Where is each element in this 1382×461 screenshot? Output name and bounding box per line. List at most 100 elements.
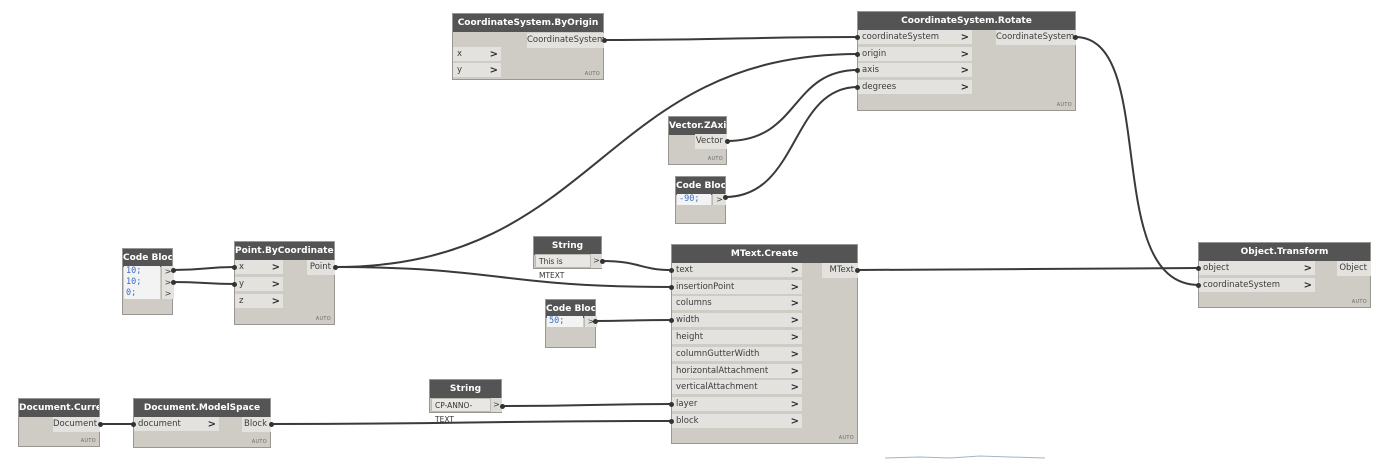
wire-endpoint-dot: [669, 419, 674, 424]
input-port-y[interactable]: y >: [453, 63, 501, 78]
wire-endpoint-dot: [98, 422, 103, 427]
output-port-mtext[interactable]: MText: [822, 263, 858, 278]
lacing-label: AUTO: [315, 316, 331, 322]
wire-endpoint-dot: [269, 422, 274, 427]
input-port-origin[interactable]: origin >: [858, 47, 972, 62]
input-port-z[interactable]: z >: [235, 294, 283, 309]
chevron-right-icon: >: [790, 332, 799, 343]
input-port-x[interactable]: x >: [235, 260, 283, 275]
input-port-columns[interactable]: columns >: [672, 296, 802, 311]
chevron-right-icon: >: [489, 65, 498, 76]
wire-block: [270, 420, 673, 425]
node-string-mtext[interactable]: String This is MTEXT >: [533, 236, 602, 280]
node-point-by-coordinates[interactable]: Point.ByCoordinates x > y > z > Point AUTO: [234, 241, 335, 325]
wire-degrees: [724, 86, 859, 198]
chevron-right-icon: >: [960, 32, 969, 43]
string-value-input[interactable]: CP-ANNO-TEXT: [431, 398, 491, 424]
output-port-point[interactable]: Point: [307, 260, 335, 275]
lacing-label: AUTO: [707, 156, 723, 162]
node-code-block-xyz[interactable]: Code Block 10; 10; 0; > > >: [122, 248, 174, 315]
wire-endpoint-dot: [669, 285, 674, 290]
input-port-height[interactable]: height >: [672, 330, 802, 345]
wire-code-y: [172, 281, 236, 285]
output-port-block[interactable]: Block: [242, 417, 271, 432]
node-title: CoordinateSystem.Rotate: [858, 12, 1075, 30]
node-vector-zaxis[interactable]: Vector.ZAxis Vector AUTO: [668, 116, 727, 165]
chevron-right-icon: >: [960, 49, 969, 60]
lacing-label: AUTO: [584, 71, 600, 77]
code-line[interactable]: 0;: [124, 288, 160, 299]
node-title: MText.Create: [672, 245, 857, 263]
node-title: String: [534, 237, 601, 255]
chevron-right-icon: >: [790, 366, 799, 377]
lacing-label: AUTO: [251, 439, 267, 445]
node-coordinate-system-by-origin[interactable]: CoordinateSystem.ByOrigin x > y > Coordina…: [452, 13, 605, 80]
wire-endpoint-dot: [171, 280, 176, 285]
node-coordinate-system-rotate[interactable]: CoordinateSystem.Rotate coordinateSystem…: [857, 11, 1076, 111]
output-port-document[interactable]: Document: [53, 417, 100, 432]
output-port-z[interactable]: >: [161, 288, 174, 299]
node-title: Document.ModelSpace: [134, 399, 270, 417]
output-port-coordinate-system[interactable]: CoordinateSystem: [996, 30, 1076, 45]
chevron-right-icon: >: [790, 349, 799, 360]
wire-endpoint-dot: [232, 265, 237, 270]
node-document-modelspace[interactable]: Document.ModelSpace document > Block AUTO: [133, 398, 271, 448]
input-port-axis[interactable]: axis >: [858, 63, 972, 78]
code-line[interactable]: 50;: [547, 316, 583, 327]
input-port-layer[interactable]: layer >: [672, 397, 802, 412]
node-code-block-degrees[interactable]: Code Block -90; >: [675, 176, 726, 224]
input-port-column-gutter-width[interactable]: columnGutterWidth >: [672, 347, 802, 362]
wire-endpoint-dot: [500, 404, 505, 409]
string-value-input[interactable]: This is MTEXT: [535, 254, 591, 280]
input-port-coordinate-system[interactable]: coordinateSystem >: [858, 30, 972, 45]
wire-endpoint-dot: [855, 85, 860, 90]
chevron-right-icon: >: [207, 419, 216, 430]
wire-width: [594, 319, 673, 322]
output-port-coordinate-system[interactable]: CoordinateSystem: [527, 33, 605, 48]
code-line[interactable]: 10;: [124, 277, 160, 288]
wire-string-to-text: [601, 260, 673, 271]
wire-byorigin-to-rotate: [603, 36, 859, 41]
node-mtext-create[interactable]: MText.Create text > insertionPoint > colum…: [671, 244, 858, 444]
code-line[interactable]: 10;: [124, 266, 160, 277]
chevron-right-icon: >: [271, 279, 280, 290]
wire-endpoint-dot: [669, 318, 674, 323]
wire-endpoint-dot: [171, 268, 176, 273]
wire-code-x: [172, 266, 236, 271]
node-document-current[interactable]: Document.Current Document AUTO: [18, 398, 100, 447]
input-port-width[interactable]: width >: [672, 313, 802, 328]
lacing-label: AUTO: [1351, 299, 1367, 305]
wire-endpoint-dot: [602, 38, 607, 43]
input-port-object[interactable]: object >: [1199, 261, 1315, 276]
input-port-text[interactable]: text >: [672, 263, 802, 278]
node-string-layer[interactable]: String CP-ANNO-TEXT >: [429, 379, 502, 424]
input-port-document[interactable]: document >: [134, 417, 219, 432]
node-title: Document.Current: [19, 399, 99, 417]
input-port-x[interactable]: x >: [453, 47, 501, 62]
wire-endpoint-dot: [725, 139, 730, 144]
input-port-degrees[interactable]: degrees >: [858, 80, 972, 95]
chevron-right-icon: >: [489, 49, 498, 60]
node-title: String: [430, 380, 501, 398]
input-port-coordinate-system[interactable]: coordinateSystem >: [1199, 278, 1315, 293]
chevron-right-icon: >: [1303, 280, 1312, 291]
input-port-y[interactable]: y >: [235, 277, 283, 292]
output-port-object[interactable]: Object: [1337, 261, 1371, 276]
output-port-vector[interactable]: Vector: [695, 134, 727, 149]
node-title: CoordinateSystem.ByOrigin: [453, 14, 603, 32]
wire-endpoint-dot: [723, 195, 728, 200]
chevron-right-icon: >: [790, 282, 799, 293]
chevron-right-icon: >: [960, 82, 969, 93]
input-port-vertical-attachment[interactable]: verticalAttachment >: [672, 380, 802, 395]
input-port-insertion-point[interactable]: insertionPoint >: [672, 280, 802, 295]
input-port-block[interactable]: block >: [672, 414, 802, 429]
wire-layer: [501, 403, 673, 407]
wire-endpoint-dot: [669, 268, 674, 273]
node-object-transform[interactable]: Object.Transform object > coordinateSyste…: [1198, 242, 1371, 308]
chevron-right-icon: >: [1303, 263, 1312, 274]
input-port-horizontal-attachment[interactable]: horizontalAttachment >: [672, 364, 802, 379]
wire-endpoint-dot: [1073, 35, 1078, 40]
wire-endpoint-dot: [1196, 283, 1201, 288]
node-code-block-width[interactable]: Code Block 50; >: [545, 299, 597, 348]
code-line[interactable]: -90;: [677, 194, 711, 205]
